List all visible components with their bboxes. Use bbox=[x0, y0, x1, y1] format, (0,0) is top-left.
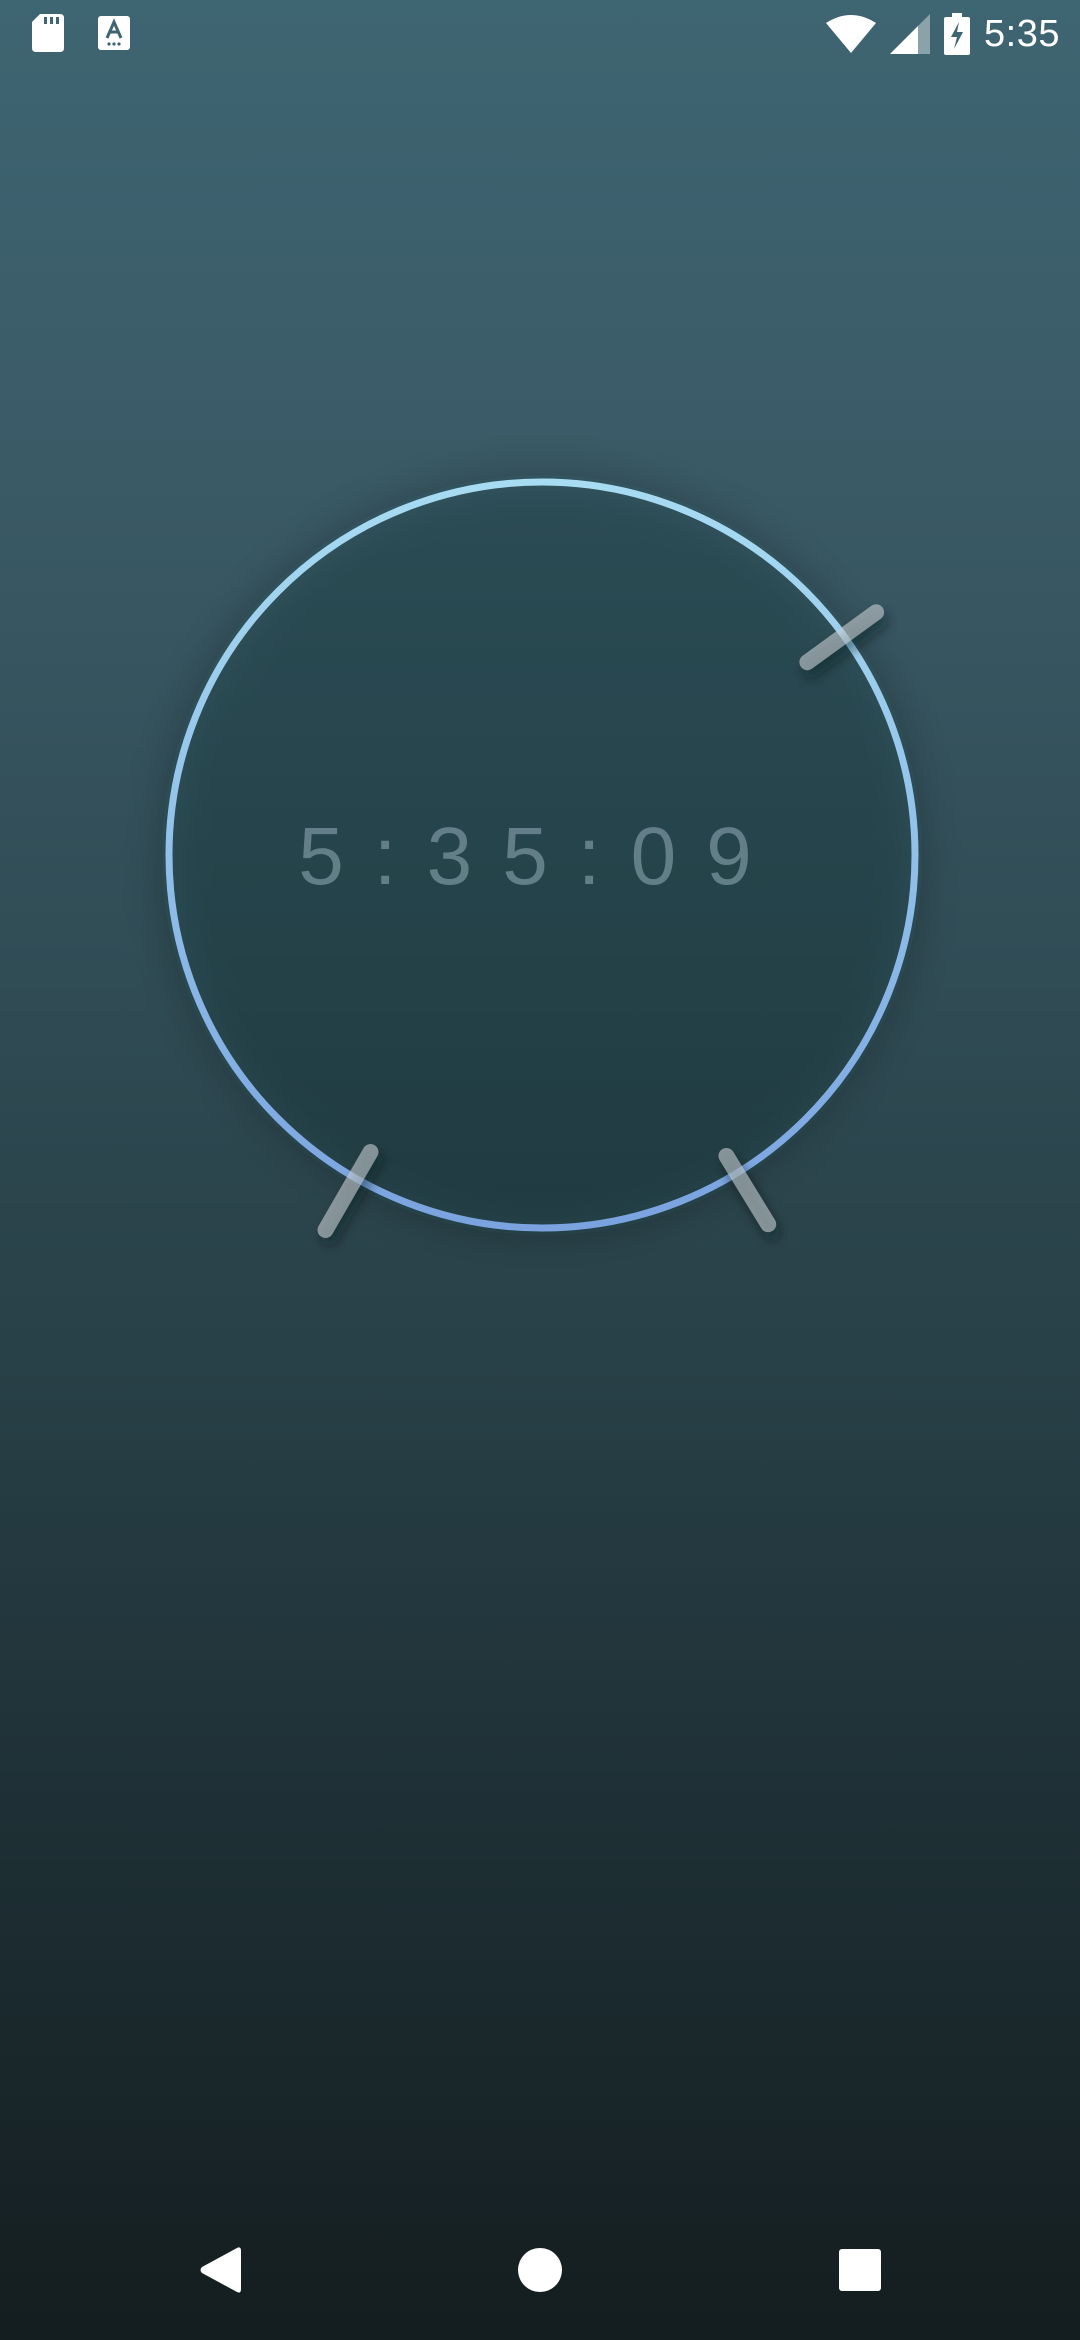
back-button[interactable] bbox=[160, 2200, 280, 2340]
back-triangle-icon bbox=[199, 2246, 241, 2294]
home-circle-icon bbox=[517, 2247, 563, 2293]
recents-button[interactable] bbox=[800, 2200, 920, 2340]
navigation-bar bbox=[0, 2200, 1080, 2340]
clock-face bbox=[162, 475, 922, 1246]
digital-time: 5:35:09 bbox=[298, 811, 782, 902]
analog-clock: 5:35:09 bbox=[0, 0, 1080, 1400]
home-button[interactable] bbox=[480, 2200, 600, 2340]
recents-square-icon bbox=[839, 2249, 881, 2291]
